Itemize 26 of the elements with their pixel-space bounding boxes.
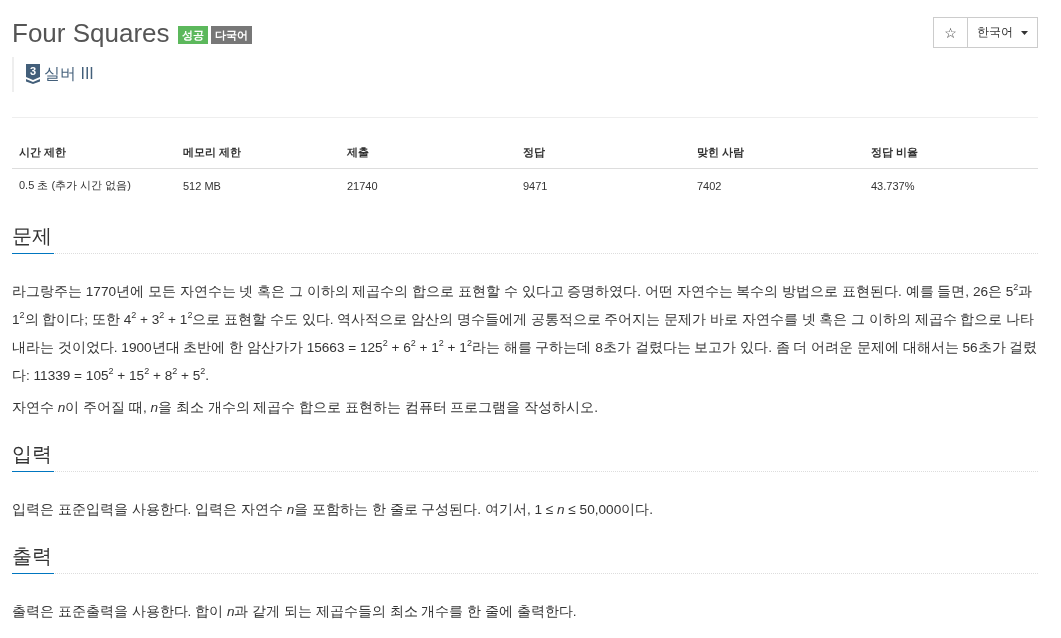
status-label: 성공 — [177, 26, 208, 44]
table-cell: 43.737% — [871, 179, 915, 192]
table-cell: 9471 — [523, 179, 548, 192]
section-heading: 입력 — [12, 439, 54, 472]
table-cell: 7402 — [697, 179, 722, 192]
star-button[interactable]: ☆ — [933, 17, 968, 48]
paragraph: 라그랑주는 1770년에 모든 자연수는 넷 혹은 그 이하의 제곱수의 합으로 표현할 수 있다고 증명하였다. 어떤 자연수는 복수의 방법으로 표현된다. 예를 들면, 26은 5$^{2}$과 1$^{2}$의 합이다; 또한 4$^{2}$ + 3$^{2}$ + 1$^{2}$으로 표현할 수도 있다. 역사적으로 암산의 명수들에게 공통적으로 주어지는 문제가 바로 자연수를 넷 혹은 그 이하의 제곱수 합으로 나타내라는 것이었다. 1900년대 초반에 한 암산가가 15663 = 125$^{2}$ + 6$^{2}$ + 1$^{2}$ + 1$^{2}$라는 해를 구하는데 8초가 걸렸다는 보고가 있다. 좀 더 어려운 문제에 대해서는 56초가 걸렸다: 11339 = 105$^{2}$ + 15$^{2}$ + 8$^{2}$ + 5$^{2}$. — [12, 281, 1038, 385]
problem-title: Four Squares — [12, 17, 170, 49]
column-header: 제출 — [347, 146, 369, 158]
paragraph: 자연수 n이 주어질 때, n을 최소 개수의 제곱수 합으로 표현하는 컴퓨터 프로그램을 작성하시오. — [12, 399, 599, 417]
paragraph: 입력은 표준입력을 사용한다. 입력은 자연수 n을 포함하는 한 줄로 구성된다. 여기서, 1 ≤ n ≤ 50,000이다. — [12, 501, 654, 519]
table-cell: 512 MB — [183, 179, 221, 192]
column-header: 맞힌 사람 — [697, 146, 745, 158]
column-header: 메모리 제한 — [183, 146, 242, 158]
caret-icon — [1021, 30, 1028, 35]
column-header: 정답 비율 — [871, 146, 919, 158]
language-dropdown[interactable]: 한국어 — [968, 17, 1038, 48]
paragraph: 출력은 표준출력을 사용한다. 합이 n과 같게 되는 제곱수들의 최소 개수를 한 줄에 출력한다. — [12, 603, 578, 621]
column-header: 시간 제한 — [19, 146, 67, 158]
table-cell: 21740 — [347, 179, 378, 192]
tier-label: 실버 III — [44, 63, 94, 84]
section-heading: 출력 — [12, 541, 54, 574]
table-cell: 0.5 초 (추가 시간 없음) — [19, 179, 131, 191]
status-label: 다국어 — [210, 26, 252, 44]
column-header: 정답 — [523, 146, 545, 158]
section-heading: 문제 — [12, 221, 54, 254]
